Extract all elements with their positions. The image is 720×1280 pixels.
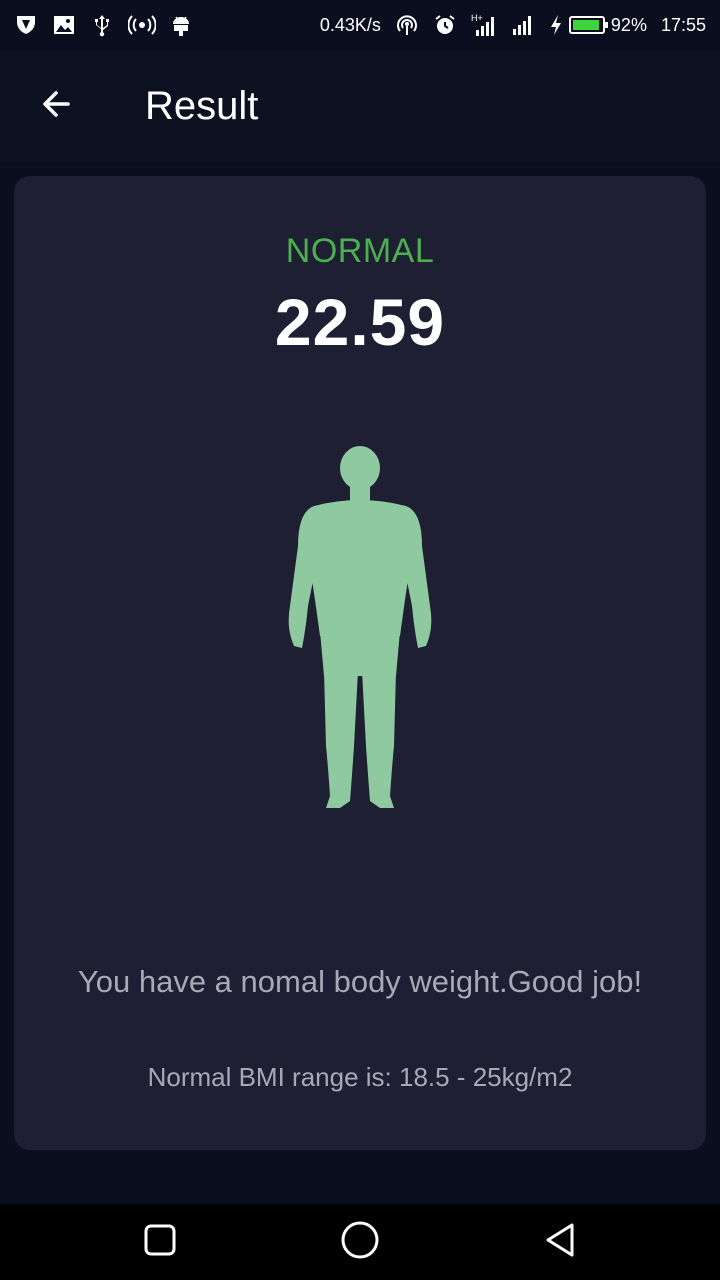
hotspot-icon <box>395 13 419 37</box>
wireless-icon <box>128 13 156 37</box>
battery-indicator: 92% <box>549 14 647 36</box>
recents-button[interactable] <box>138 1220 182 1264</box>
battery-percent: 92% <box>610 14 647 35</box>
signal-icon <box>511 13 535 37</box>
navigation-bar <box>0 1204 720 1280</box>
body-figure-icon <box>284 446 436 816</box>
bmi-range-text: Normal BMI range is: 18.5 - 25kg/m2 <box>147 1062 573 1092</box>
charging-icon <box>549 14 563 36</box>
bmi-value: 22.59 <box>274 285 446 359</box>
svg-text:H+: H+ <box>471 13 483 23</box>
signal-h-icon: H+ <box>471 12 497 38</box>
status-bar-right: 0.43K/s H+ 92% 17:55 <box>320 12 706 38</box>
result-message: You have a nomal body weight.Good job! <box>77 964 643 999</box>
shield-app-icon <box>14 13 38 37</box>
arrow-left-icon <box>38 86 74 127</box>
image-icon <box>52 13 76 37</box>
clock: 17:55 <box>660 14 706 35</box>
back-button[interactable] <box>30 80 82 132</box>
page-title: Result <box>145 84 259 128</box>
triangle-back-icon <box>542 1222 578 1263</box>
bmi-status-label: NORMAL <box>285 232 435 270</box>
status-bar: 0.43K/s H+ 92% 17:55 <box>0 0 720 50</box>
square-icon <box>143 1223 177 1262</box>
app-bar: Result <box>0 50 720 162</box>
battery-icon <box>568 16 608 34</box>
alarm-icon <box>433 13 457 37</box>
back-nav-button[interactable] <box>538 1220 582 1264</box>
android-icon <box>170 13 192 37</box>
circle-icon <box>340 1220 380 1265</box>
net-speed: 0.43K/s <box>319 14 381 35</box>
status-bar-left <box>14 13 192 37</box>
result-card: NORMAL 22.59 You have a nomal body weigh… <box>14 176 706 1150</box>
home-button[interactable] <box>338 1220 382 1264</box>
usb-icon <box>90 13 114 37</box>
